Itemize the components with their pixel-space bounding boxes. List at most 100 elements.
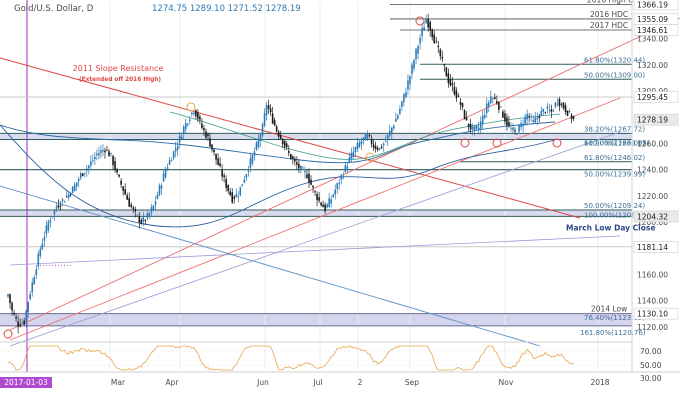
candle-body [378, 147, 381, 150]
candle-body [158, 184, 161, 195]
candle-body [326, 204, 328, 208]
candle-body [255, 142, 258, 150]
candle-body [451, 83, 454, 86]
candle-body [441, 56, 444, 59]
candle-body [298, 163, 300, 169]
candle-body [465, 117, 468, 121]
y-tick-label: 1340.00 [637, 35, 668, 44]
candle-body [7, 294, 9, 297]
price-tag: 1355.09 [633, 13, 679, 25]
candle-body [229, 191, 231, 196]
candle-body [455, 90, 458, 99]
candle-body [538, 116, 541, 118]
candle-body [514, 130, 516, 132]
candle-body [391, 127, 393, 134]
candle-body [534, 117, 537, 123]
candle-body [211, 144, 213, 150]
candle-body [489, 96, 492, 104]
price-tag-label: 1204.32 [637, 212, 668, 221]
price-chart[interactable]: 2016 High Close2016 HDC2017 HDC2014 LowM… [0, 0, 680, 401]
candle-body [338, 182, 341, 184]
annotation-label: 2014 Low [591, 305, 627, 314]
y-tick-label: 1240.00 [637, 166, 668, 175]
price-tag: 1346.61 [633, 24, 679, 36]
price-tag-label: 1130.10 [637, 310, 668, 319]
candle-body [17, 321, 19, 327]
candle-body [502, 111, 504, 118]
candle-body [43, 236, 46, 241]
candle-body [245, 174, 248, 178]
candle-body [350, 152, 353, 160]
candle-body [273, 120, 276, 126]
candle-body [475, 125, 478, 129]
candle-body [215, 153, 217, 160]
candle-body [203, 128, 205, 131]
candle-body [239, 186, 242, 196]
candle-body [88, 165, 90, 169]
candle-body [435, 41, 438, 43]
candle-body [61, 199, 64, 201]
candle-body [269, 108, 272, 113]
candle-body [290, 154, 292, 160]
candle-body [568, 110, 571, 112]
candle-body [417, 45, 419, 54]
x-tick-label: Mar [111, 378, 126, 387]
candle-body [572, 116, 575, 119]
candle-body [15, 316, 17, 319]
candle-body [124, 189, 126, 195]
candle-body [85, 168, 88, 171]
candle-body [217, 158, 219, 166]
candle-body [94, 156, 96, 160]
candle-body [170, 160, 173, 162]
candle-body [384, 141, 387, 142]
candle-body [342, 176, 345, 178]
candle-body [473, 125, 476, 131]
candle-body [122, 186, 124, 191]
y-tick-label: 1140.00 [637, 297, 668, 306]
candle-body [504, 113, 506, 122]
candle-body [247, 170, 250, 173]
candle-body [21, 323, 23, 324]
candle-body [191, 112, 193, 115]
candle-body [39, 248, 42, 256]
candle-body [195, 110, 197, 117]
candle-body [116, 170, 118, 173]
low-band [0, 313, 632, 326]
candle-body [182, 126, 185, 134]
candle-body [374, 145, 377, 150]
candle-body [49, 220, 52, 223]
retracement-label: 50.00%(1209.24) [584, 202, 645, 210]
candle-body [360, 140, 363, 144]
candle-body [138, 215, 141, 223]
candle-body [197, 112, 199, 119]
price-tag-label: 1366.19 [637, 0, 668, 9]
candle-body [395, 118, 397, 122]
candle-body [225, 179, 227, 189]
candle-body [281, 138, 284, 145]
candle-body [356, 142, 359, 150]
candle-body [352, 151, 355, 157]
candle-body [524, 116, 526, 124]
candle-body [271, 113, 274, 124]
annotation-label: 2017 HDC [590, 21, 628, 30]
candle-body [144, 220, 147, 221]
x-tick-label: 2 [358, 378, 363, 387]
candle-body [403, 93, 405, 103]
price-tag: 1278.19 [633, 113, 679, 126]
candle-body [447, 73, 450, 84]
candle-body [380, 146, 383, 148]
candle-body [209, 138, 211, 147]
candle-body [496, 101, 498, 104]
candle-body [520, 123, 522, 128]
x-tick-label: Jul [312, 378, 322, 387]
rsi-tick-label: 30.00 [640, 374, 662, 383]
candle-body [358, 142, 361, 148]
candle-body [443, 64, 446, 66]
candle-body [487, 102, 490, 107]
candle-body [176, 146, 179, 150]
resistance-title: 2011 Slope Resistance [73, 64, 164, 73]
candle-body [164, 169, 167, 178]
candle-body [27, 301, 29, 312]
retracement-label: 38.20%(1267.72) [584, 125, 645, 133]
rsi-tick-label: 50.00 [640, 361, 662, 370]
